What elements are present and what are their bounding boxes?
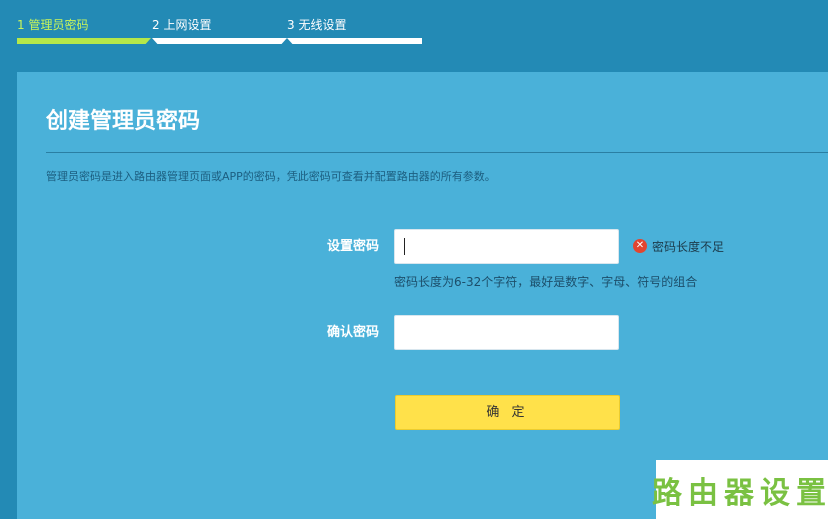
password-label: 设置密码 [326, 239, 379, 254]
password-input[interactable] [394, 229, 619, 264]
confirm-password-input[interactable] [394, 315, 619, 350]
step-label: 2 上网设置 [152, 18, 212, 32]
error-x-icon: ✕ [633, 239, 647, 253]
title-divider [46, 152, 828, 153]
watermark-text: 路由器设置 [652, 475, 828, 511]
watermark-logo: 路由器设置 [652, 460, 828, 519]
step-progress-bar [152, 38, 287, 44]
password-error: ✕ 密码长度不足 [633, 238, 724, 254]
setup-panel: 创建管理员密码 管理员密码是进入路由器管理页面或APP的密码，凭此密码可查看并配… [17, 72, 828, 519]
confirm-button[interactable]: 确 定 [395, 395, 620, 430]
confirm-password-label: 确认密码 [326, 325, 379, 340]
password-hint: 密码长度为6-32个字符，最好是数字、字母、符号的组合 [394, 275, 698, 289]
step-label: 1 管理员密码 [17, 18, 89, 32]
password-error-text: 密码长度不足 [652, 239, 725, 254]
page-description: 管理员密码是进入路由器管理页面或APP的密码，凭此密码可查看并配置路由器的所有参… [46, 170, 496, 183]
step-progress-bar [17, 38, 151, 44]
password-field-wrapper [394, 229, 619, 264]
step-progress-bar [287, 38, 422, 44]
page-title: 创建管理员密码 [46, 109, 201, 134]
setup-steps: 1 管理员密码 2 上网设置 3 无线设置 [17, 0, 427, 50]
step-label: 3 无线设置 [287, 18, 347, 32]
text-caret [404, 238, 405, 255]
